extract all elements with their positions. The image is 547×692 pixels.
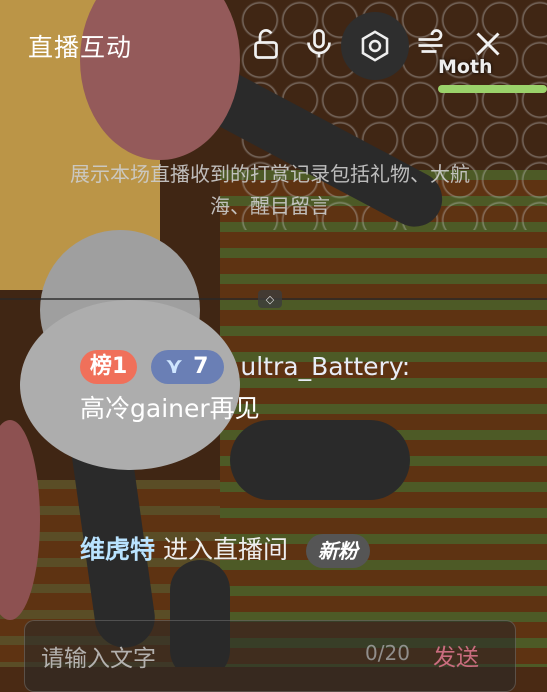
rank-badge: 榜1 bbox=[80, 350, 138, 384]
gift-record-hint: 展示本场直播收到的打赏记录包括礼物、大航海、醒目留言 bbox=[70, 162, 470, 218]
guard-level: 7 bbox=[193, 354, 209, 379]
settings-icon bbox=[358, 29, 392, 63]
new-fan-badge: 新粉 bbox=[305, 534, 370, 568]
char-counter: 0/20 bbox=[365, 641, 410, 665]
guard-chevron-icon: ⋎ bbox=[165, 354, 184, 379]
message-username[interactable]: ultra_Battery: bbox=[240, 352, 410, 381]
enter-username[interactable]: 维虎特 bbox=[80, 535, 155, 564]
lock-icon[interactable] bbox=[248, 26, 284, 62]
settings-button[interactable] bbox=[341, 12, 409, 80]
interaction-panel: 直播互动 Moth 展示本场直播收到的打赏记录包括礼物、大航海、醒目留言 ◇ 榜… bbox=[0, 0, 547, 692]
message-content: 高冷gainer再见 bbox=[80, 394, 260, 423]
chat-input-placeholder[interactable]: 请输入文字 bbox=[41, 639, 156, 673]
panel-title: 直播互动 bbox=[28, 33, 133, 62]
guard-badge: ⋎ 7 bbox=[151, 350, 225, 384]
player-name-tag: Moth bbox=[438, 56, 493, 78]
player-health-bar bbox=[438, 85, 547, 93]
danmaku-message: 榜1 ⋎ 7 ultra_Battery: 高冷gainer再见 bbox=[80, 345, 520, 430]
resize-handle[interactable]: ◇ bbox=[258, 290, 282, 308]
enter-action: 进入直播间 bbox=[162, 535, 288, 564]
enter-notice: 维虎特 进入直播间 新粉 bbox=[80, 530, 370, 568]
chat-input-bar[interactable]: 请输入文字 0/20 发送 bbox=[24, 620, 516, 692]
mic-icon[interactable] bbox=[301, 26, 337, 62]
